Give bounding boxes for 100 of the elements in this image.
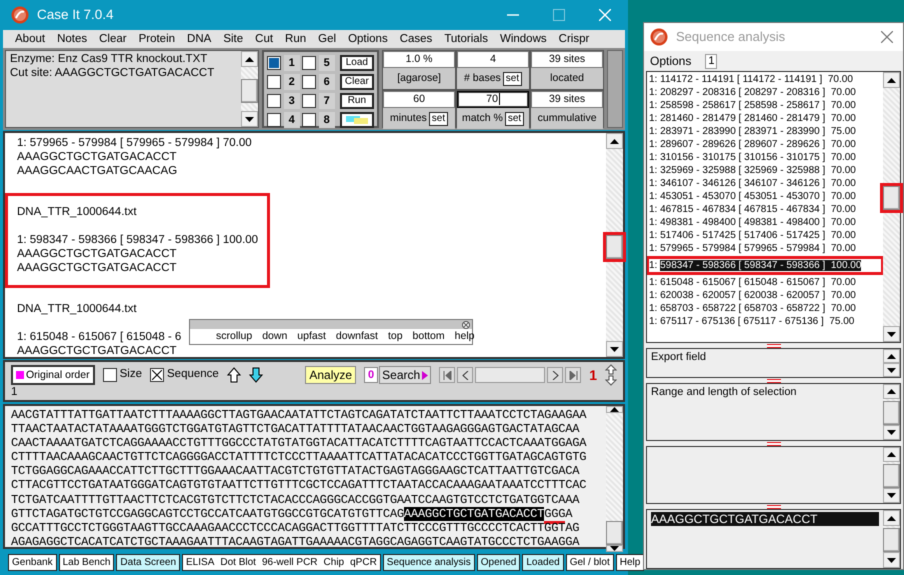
- search-button[interactable]: Search: [379, 366, 432, 384]
- popup-link[interactable]: down: [262, 330, 288, 343]
- tab-button[interactable]: Data Screen: [116, 554, 180, 570]
- hit-row[interactable]: 1: 258598 - 258617 [ 258598 - 258617 ] 70.00: [649, 99, 881, 112]
- popup-link[interactable]: top: [388, 330, 403, 343]
- tab-button[interactable]: 96-well PCR: [262, 554, 318, 570]
- scroll-up-button[interactable]: [883, 384, 900, 399]
- next-button[interactable]: [547, 367, 564, 383]
- lane-checkbox[interactable]: [266, 94, 281, 108]
- hit-row[interactable]: 1: 281460 - 281479 [ 281460 - 281479 ] 70.00: [649, 112, 881, 125]
- lane-button[interactable]: Clear: [340, 74, 374, 90]
- scroll-up-button[interactable]: [883, 349, 900, 363]
- hit-row[interactable]: 1: 615048 - 615067 [ 615048 - 615067 ] 70.00: [649, 276, 881, 289]
- menu-item[interactable]: DNA: [181, 30, 218, 48]
- value-field[interactable]: 1.0 %: [383, 51, 456, 68]
- scroll-down-button[interactable]: [606, 545, 623, 552]
- close-icon[interactable]: [881, 31, 893, 43]
- scroll-down-button[interactable]: [606, 341, 623, 357]
- lane-checkbox[interactable]: [302, 94, 316, 108]
- hit-row[interactable]: 1: 310156 - 310175 [ 310156 - 310175 ] 70.00: [649, 151, 881, 164]
- menu-item[interactable]: Run: [279, 30, 312, 48]
- hit-row[interactable]: 1: 283971 - 283990 [ 283971 - 283990 ] 75.00: [649, 125, 881, 138]
- tab-button[interactable]: Sequence analysis: [382, 554, 475, 570]
- analyze-button[interactable]: Analyze: [305, 366, 356, 384]
- hit-row[interactable]: 1: 325969 - 325988 [ 325969 - 325988 ] 70.00: [649, 164, 881, 177]
- hit-row[interactable]: 1: 498381 - 498400 [ 498381 - 498400 ] 70.00: [649, 216, 881, 229]
- set-button[interactable]: set: [504, 112, 524, 126]
- down-arrow-icon[interactable]: [248, 367, 263, 383]
- lane-checkbox[interactable]: [266, 113, 281, 127]
- scroll-up-button[interactable]: [606, 406, 623, 413]
- menu-item[interactable]: Notes: [51, 30, 94, 48]
- checkbox[interactable]: [150, 368, 164, 382]
- scroll-up-button[interactable]: [606, 133, 623, 149]
- menu-item[interactable]: Gel: [312, 30, 342, 48]
- menu-item[interactable]: Windows: [494, 30, 553, 48]
- tab-button[interactable]: Loaded: [522, 554, 564, 570]
- scrollbar-thumb[interactable]: [606, 521, 623, 545]
- lane-checkbox[interactable]: [302, 75, 316, 89]
- menu-item[interactable]: Crispr: [552, 30, 596, 48]
- popup-link[interactable]: scrollup: [216, 330, 252, 343]
- popup-link[interactable]: upfast: [297, 330, 326, 343]
- color-swatch-button[interactable]: [340, 112, 374, 128]
- tab-button[interactable]: Help: [616, 554, 644, 570]
- highlighted-scrollbar-thumb[interactable]: [883, 186, 900, 210]
- hit-row[interactable]: 1: 579965 - 579984 [ 579965 - 579984 ] 70.00: [649, 242, 881, 255]
- tab-button[interactable]: qPCR: [350, 554, 377, 570]
- scroll-up-button[interactable]: [883, 510, 900, 526]
- splitter-handle[interactable]: [766, 344, 780, 348]
- menu-item[interactable]: Site: [217, 30, 250, 48]
- scrollbar-thumb[interactable]: [240, 79, 258, 103]
- scroll-down-button[interactable]: [883, 488, 900, 503]
- popup-link[interactable]: bottom: [412, 330, 445, 343]
- lane-checkbox[interactable]: [302, 113, 316, 127]
- panel-scrollbar[interactable]: [607, 50, 623, 128]
- splitter-handle[interactable]: [766, 442, 780, 446]
- hit-row[interactable]: 1: 289607 - 289626 [ 289607 - 289626 ] 70.00: [649, 138, 881, 151]
- close-icon[interactable]: [462, 320, 470, 328]
- tab-button[interactable]: Dot Blot: [220, 554, 256, 570]
- scroll-up-button[interactable]: [240, 51, 258, 67]
- splitter-handle[interactable]: [766, 378, 780, 382]
- scroll-up-button[interactable]: [883, 72, 900, 88]
- hit-row[interactable]: 1: 658703 - 658722 [ 658703 - 658722 ] 70.00: [649, 302, 881, 315]
- menu-item[interactable]: Clear: [93, 30, 133, 48]
- tab-button[interactable]: Genbank: [8, 554, 57, 570]
- highlighted-scrollbar-thumb[interactable]: [606, 235, 623, 259]
- menu-item[interactable]: Protein: [132, 30, 182, 48]
- up-arrow-icon[interactable]: [226, 367, 241, 383]
- lane-button[interactable]: Load: [340, 55, 374, 71]
- lane-checkbox[interactable]: [302, 56, 316, 70]
- set-button[interactable]: set: [502, 72, 522, 86]
- menu-item[interactable]: Cut: [249, 30, 280, 48]
- menu-item[interactable]: Tutorials: [438, 30, 494, 48]
- lane-button[interactable]: Run: [340, 93, 374, 109]
- popup-link[interactable]: help: [454, 330, 475, 343]
- hit-row[interactable]: 1: 208297 - 208316 [ 208297 - 208316 ] 70.00: [649, 86, 881, 99]
- scroll-down-button[interactable]: [883, 425, 900, 440]
- hit-row[interactable]: 1: 620038 - 620057 [ 620038 - 620057 ] 70.00: [649, 289, 881, 302]
- set-button[interactable]: set: [428, 112, 448, 126]
- value-field[interactable]: 60: [383, 91, 456, 108]
- scroll-down-button[interactable]: [883, 363, 900, 377]
- menu-item[interactable]: Cases: [394, 30, 438, 48]
- hit-row[interactable]: 1: 114172 - 114191 [ 114172 - 114191 ] 70.00: [649, 73, 881, 86]
- splitter-handle[interactable]: [766, 504, 780, 508]
- last-button[interactable]: [565, 367, 582, 383]
- scroll-down-button[interactable]: [883, 552, 900, 568]
- hit-row[interactable]: 1: 467815 - 467834 [ 467815 - 467834 ] 70.00: [649, 203, 881, 216]
- value-field[interactable]: 70: [457, 91, 530, 108]
- tab-button[interactable]: Chip: [324, 554, 344, 570]
- hit-row[interactable]: 1: 346107 - 346126 [ 346107 - 346126 ] 70.00: [649, 177, 881, 190]
- first-button[interactable]: [439, 367, 456, 383]
- order-button[interactable]: Original order: [11, 365, 95, 385]
- tab-button[interactable]: Opened: [476, 554, 520, 570]
- scroll-down-button[interactable]: [883, 326, 900, 342]
- lane-checkbox[interactable]: [266, 56, 281, 70]
- checkbox[interactable]: [102, 368, 117, 382]
- scroll-up-button[interactable]: [883, 447, 900, 462]
- popup-link[interactable]: downfast: [336, 330, 378, 343]
- hit-row[interactable]: 1: 517406 - 517425 [ 517406 - 517425 ] 70.00: [649, 229, 881, 242]
- hit-row[interactable]: 1: 675117 - 675136 [ 675117 - 675136 ] 75.00: [649, 315, 881, 328]
- tab-button[interactable]: Lab Bench: [58, 554, 114, 570]
